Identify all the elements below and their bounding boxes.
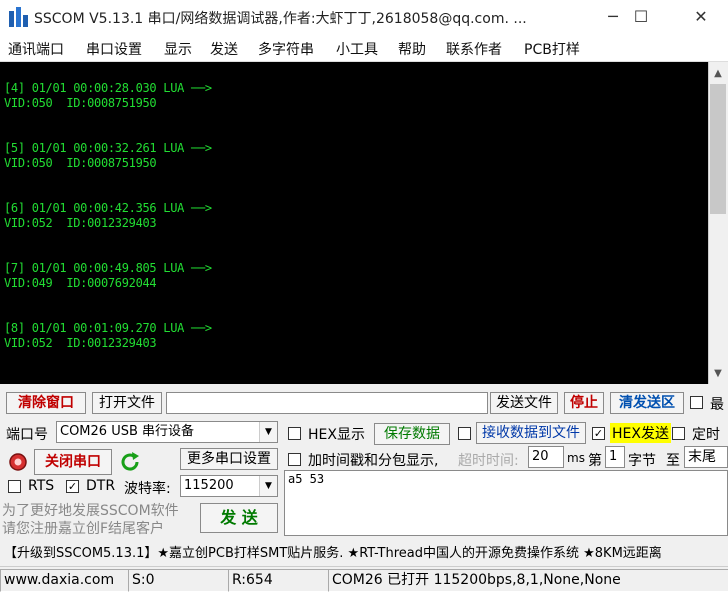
menu-send[interactable]: 发送 (210, 39, 238, 59)
promo-line-2: 请您注册嘉立创F结尾客户 (2, 521, 165, 537)
status-website[interactable]: www.daxia.com (0, 569, 129, 592)
menu-bar: 通讯端口 串口设置 显示 发送 多字符串 小工具 帮助 联系作者 PCB打样 (0, 34, 728, 62)
end-select[interactable]: 末尾 (684, 446, 728, 468)
save-data-button[interactable]: 保存数据 (374, 423, 450, 445)
ticker-bar: 【升级到SSCOM5.13.1】★嘉立创PCB打样SMT贴片服务. ★RT-Th… (0, 538, 728, 564)
menu-tools[interactable]: 小工具 (336, 39, 378, 59)
terminal-line: [8] 01/01 00:01:09.270 LUA ──> (4, 321, 212, 335)
title-bar: SSCOM V5.13.1 串口/网络数据调试器,作者:大虾丁丁,2618058… (0, 0, 728, 34)
port-label: 端口号 (6, 427, 48, 443)
timeout-input[interactable]: 20 (528, 446, 564, 468)
menu-serial-settings[interactable]: 串口设置 (86, 39, 142, 59)
terminal-line: VID:052 ID:0012329403 (4, 216, 157, 230)
menu-pcb-proofing[interactable]: PCB打样 (524, 39, 580, 59)
chevron-down-icon: ▼ (259, 422, 277, 442)
hex-display-checkbox[interactable] (288, 427, 301, 440)
clear-send-button[interactable]: 清发送区 (610, 392, 684, 414)
open-file-button[interactable]: 打开文件 (92, 392, 162, 414)
rts-checkbox[interactable] (8, 480, 21, 493)
refresh-icon[interactable] (118, 450, 142, 474)
terminal-line: [4] 01/01 00:00:28.030 LUA ──> (4, 81, 212, 95)
maximize-button[interactable]: ☐ (618, 0, 664, 34)
send-file-button[interactable]: 发送文件 (490, 392, 558, 414)
timed-send-checkbox[interactable] (672, 427, 685, 440)
menu-multi-string[interactable]: 多字符串 (258, 39, 314, 59)
receive-terminal[interactable]: [4] 01/01 00:00:28.030 LUA ──> VID:050 I… (0, 62, 708, 384)
dtr-label: DTR (86, 478, 116, 494)
status-port-state: COM26 已打开 115200bps,8,1,None,None (328, 569, 728, 592)
more-settings-button[interactable]: 更多串口设置 (180, 448, 278, 470)
terminal-line: VID:052 ID:0012329403 (4, 336, 157, 350)
to-label: 至 (666, 453, 680, 469)
baud-label: 波特率: (124, 481, 171, 497)
scroll-thumb[interactable] (710, 84, 726, 214)
terminal-line: [5] 01/01 00:00:32.261 LUA ──> (4, 141, 212, 155)
port-value: COM26 USB 串行设备 (60, 424, 195, 439)
close-button[interactable]: ✕ (678, 0, 724, 34)
scroll-up-icon[interactable]: ▲ (708, 64, 728, 84)
status-sent-count: S:0 (128, 569, 229, 592)
scroll-down-icon[interactable]: ▼ (708, 364, 728, 384)
port-status-icon (8, 452, 28, 472)
send-text: a5 53 (288, 472, 325, 486)
nth-label: 第 (588, 453, 602, 469)
chevron-down-icon: ▼ (259, 476, 277, 496)
byte-label: 字节 (628, 453, 656, 469)
menu-help[interactable]: 帮助 (398, 39, 426, 59)
recv-to-file-checkbox[interactable] (458, 427, 471, 440)
menu-contact-author[interactable]: 联系作者 (446, 39, 502, 59)
dtr-checkbox[interactable]: ✓ (66, 480, 79, 493)
terminal-line: VID:050 ID:0008751950 (4, 96, 157, 110)
timed-send-label: 定时 (692, 427, 720, 443)
terminal-line: VID:050 ID:0008751950 (4, 156, 157, 170)
status-received-count: R:654 (228, 569, 329, 592)
baud-value: 115200 (184, 478, 234, 493)
byte-index-input[interactable]: 1 (605, 446, 625, 468)
ticker-text[interactable]: 【升级到SSCOM5.13.1】★嘉立创PCB打样SMT贴片服务. ★RT-Th… (4, 542, 662, 561)
hex-display-label: HEX显示 (308, 427, 365, 443)
timeout-label: 超时时间: (458, 453, 519, 469)
send-button[interactable]: 发 送 (200, 503, 278, 533)
baud-select[interactable]: 115200 ▼ (180, 475, 278, 497)
timestamp-checkbox[interactable] (288, 453, 301, 466)
promo-line-1: 为了更好地发展SSCOM软件 (2, 503, 179, 519)
close-port-button[interactable]: 关闭串口 (34, 449, 112, 475)
port-select[interactable]: COM26 USB 串行设备 ▼ (56, 421, 278, 443)
app-icon (9, 7, 28, 27)
hex-send-label: HEX发送 (610, 423, 671, 443)
send-textarea[interactable]: a5 53 (284, 470, 728, 536)
terminal-line: VID:049 ID:0007692044 (4, 276, 157, 290)
status-bar: www.daxia.com S:0 R:654 COM26 已打开 115200… (0, 566, 728, 592)
rts-label: RTS (28, 478, 55, 494)
recv-to-file-button[interactable]: 接收数据到文件 (476, 422, 586, 444)
terminal-line: [6] 01/01 00:00:42.356 LUA ──> (4, 201, 212, 215)
menu-display[interactable]: 显示 (164, 39, 192, 59)
last-checkbox[interactable] (690, 396, 703, 409)
last-label: 最 (710, 397, 724, 413)
terminal-line: [7] 01/01 00:00:49.805 LUA ──> (4, 261, 212, 275)
window-title: SSCOM V5.13.1 串口/网络数据调试器,作者:大虾丁丁,2618058… (34, 11, 527, 27)
clear-window-button[interactable]: 清除窗口 (6, 392, 86, 414)
hex-send-checkbox[interactable]: ✓ (592, 427, 605, 440)
ms-label: ms (567, 451, 585, 465)
file-path-input[interactable] (166, 392, 488, 414)
stop-button[interactable]: 停止 (564, 392, 604, 414)
timestamp-label: 加时间戳和分包显示, (308, 453, 439, 469)
menu-comm-port[interactable]: 通讯端口 (8, 39, 64, 59)
